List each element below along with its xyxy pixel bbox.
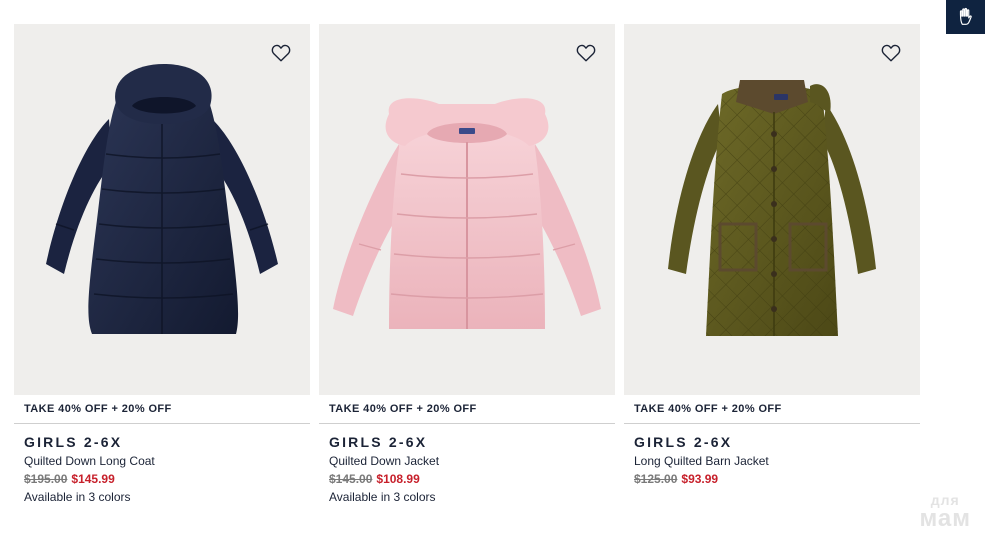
promo-label: TAKE 40% OFF + 20% OFF <box>624 395 920 424</box>
product-card[interactable]: TAKE 40% OFF + 20% OFF GIRLS 2-6X Long Q… <box>624 24 920 505</box>
product-name[interactable]: Long Quilted Barn Jacket <box>634 454 910 469</box>
original-price: $195.00 <box>24 472 68 486</box>
product-image[interactable] <box>624 24 920 395</box>
wishlist-button[interactable] <box>575 42 597 64</box>
hand-icon <box>959 7 972 25</box>
product-info: GIRLS 2-6X Quilted Down Long Coat $195.0… <box>14 424 310 505</box>
product-category: GIRLS 2-6X <box>634 434 733 450</box>
wishlist-button[interactable] <box>880 42 902 64</box>
product-prices: $125.00 $93.99 <box>634 472 910 487</box>
product-card[interactable]: TAKE 40% OFF + 20% OFF GIRLS 2-6X Quilte… <box>14 24 310 505</box>
pink-down-jacket-image <box>333 98 601 329</box>
original-price: $145.00 <box>329 472 373 486</box>
watermark-line-2: мам <box>919 505 971 532</box>
sale-price: $145.99 <box>71 472 115 486</box>
color-availability: Available in 3 colors <box>329 490 436 504</box>
heart-icon <box>576 44 596 62</box>
wishlist-button[interactable] <box>270 42 292 64</box>
product-name[interactable]: Quilted Down Long Coat <box>24 454 300 469</box>
product-card[interactable]: TAKE 40% OFF + 20% OFF GIRLS 2-6X Quilte… <box>319 24 615 505</box>
navy-down-coat-image <box>46 64 278 334</box>
promo-label: TAKE 40% OFF + 20% OFF <box>319 395 615 424</box>
product-listing-page: TAKE 40% OFF + 20% OFF GIRLS 2-6X Quilte… <box>0 0 985 543</box>
watermark-logo: для мам <box>919 493 971 531</box>
sale-price: $93.99 <box>681 472 719 486</box>
heart-icon <box>881 44 901 62</box>
product-image[interactable] <box>14 24 310 395</box>
accessibility-tab[interactable] <box>946 0 985 34</box>
color-availability: Available in 3 colors <box>24 490 131 504</box>
product-info: GIRLS 2-6X Quilted Down Jacket $145.00 $1… <box>319 424 615 505</box>
product-prices: $145.00 $108.99 <box>329 472 605 487</box>
promo-label: TAKE 40% OFF + 20% OFF <box>14 395 310 424</box>
product-prices: $195.00 $145.99 <box>24 472 300 487</box>
product-name[interactable]: Quilted Down Jacket <box>329 454 605 469</box>
product-category: GIRLS 2-6X <box>329 434 428 450</box>
original-price: $125.00 <box>634 472 678 486</box>
product-image[interactable] <box>319 24 615 395</box>
olive-barn-jacket-image <box>668 80 876 336</box>
product-grid: TAKE 40% OFF + 20% OFF GIRLS 2-6X Quilte… <box>14 24 920 505</box>
product-info: GIRLS 2-6X Long Quilted Barn Jacket $125… <box>624 424 920 487</box>
heart-icon <box>271 44 291 62</box>
product-category: GIRLS 2-6X <box>24 434 123 450</box>
sale-price: $108.99 <box>376 472 420 486</box>
